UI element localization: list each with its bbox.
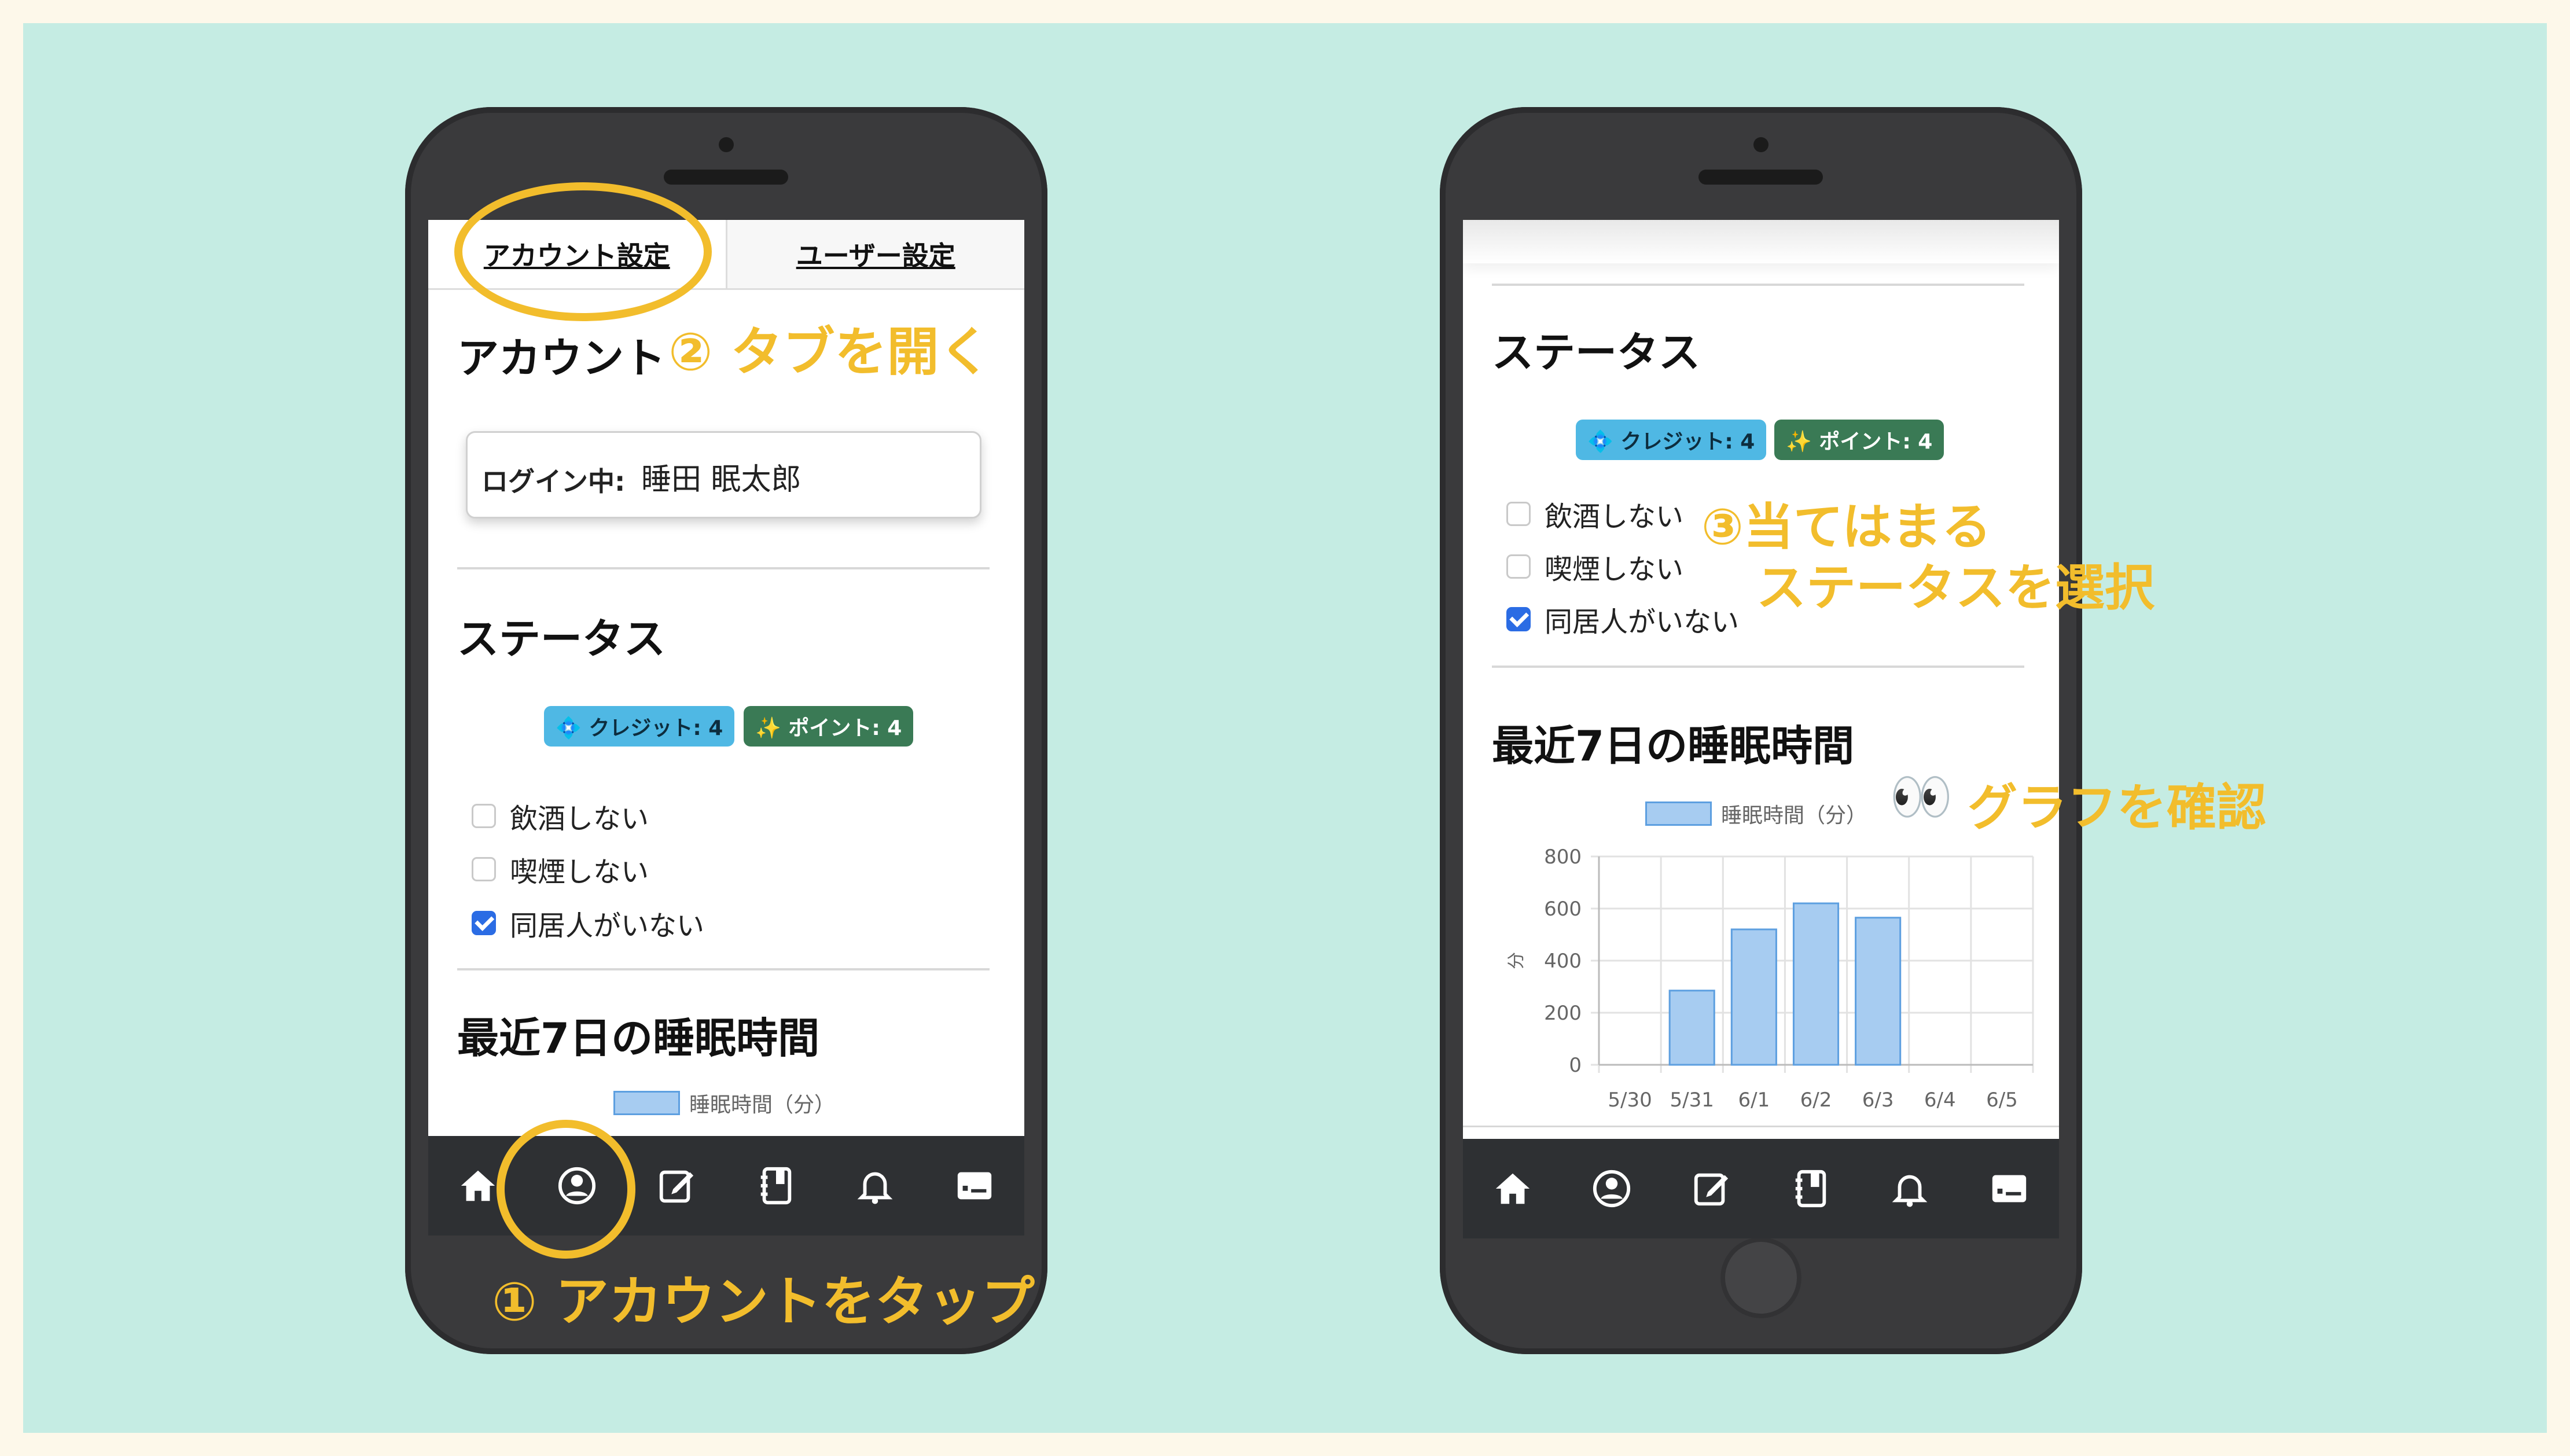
right-phone: ステータス 💠 クレジット: 4 ✨ ポイント: 4 飲酒しない 喫煙しない 同… (1440, 107, 2082, 1354)
chart-legend: 睡眠時間（分） (1645, 799, 1867, 829)
x-tick-label: 6/4 (1924, 1089, 1956, 1112)
dashboard-icon[interactable] (951, 1163, 998, 1209)
x-tick-label: 6/3 (1862, 1089, 1894, 1112)
account-icon[interactable] (1589, 1165, 1635, 1212)
credit-badge: 💠 クレジット: 4 (544, 706, 735, 747)
legend-swatch (613, 1091, 680, 1115)
checkbox-row-no-smoking[interactable]: 喫煙しない (472, 852, 649, 888)
status-heading: ステータス (457, 615, 666, 663)
checkbox-row-no-smoking[interactable]: 喫煙しない (1506, 549, 1684, 586)
sleep-bar-chart: 0 200 400 600 800 5/30 5/31 6/1 6/2 6/3 6/4 6/5 分 (1506, 845, 2034, 1112)
y-axis-label: 分 (1506, 952, 1527, 969)
right-phone-screen: ステータス 💠 クレジット: 4 ✨ ポイント: 4 飲酒しない 喫煙しない 同… (1463, 220, 2059, 1238)
highlight-ring-account (497, 1120, 635, 1259)
login-label: ログイン中: (481, 466, 626, 497)
point-badge: ✨ ポイント: 4 (744, 706, 914, 747)
notebook-icon[interactable] (753, 1163, 799, 1209)
x-tick-label: 6/2 (1800, 1089, 1832, 1112)
account-heading: アカウント (457, 334, 666, 383)
dashboard-icon[interactable] (1986, 1165, 2032, 1212)
edit-icon[interactable] (653, 1163, 700, 1209)
checkbox-row-no-roommate[interactable]: 同居人がいない (472, 906, 705, 942)
front-camera (719, 137, 734, 152)
chart-bar (1730, 928, 1777, 1066)
section-divider (1463, 1126, 2059, 1127)
legend-label: 睡眠時間（分） (689, 1093, 836, 1117)
section-divider (1492, 284, 2024, 286)
checkbox-no-drinking[interactable] (472, 804, 496, 828)
checkbox-label: 同居人がいない (1545, 606, 1740, 638)
x-tick-label: 6/5 (1986, 1089, 2018, 1112)
login-user-name: 睡田 眠太郎 (641, 462, 801, 497)
login-info-box: ログイン中: 睡田 眠太郎 (466, 431, 981, 519)
checkbox-label: 飲酒しない (510, 803, 649, 835)
credit-badge: 💠 クレジット: 4 (1576, 420, 1767, 460)
step4-annotation: グラフを確認 (1968, 779, 2266, 837)
checkbox-row-no-drinking[interactable]: 飲酒しない (1506, 497, 1684, 533)
point-badge: ✨ ポイント: 4 (1774, 420, 1944, 460)
y-tick-label: 800 (1544, 845, 1582, 869)
legend-swatch (1645, 801, 1712, 826)
y-tick-label: 0 (1569, 1054, 1582, 1077)
edit-icon[interactable] (1688, 1165, 1734, 1212)
tab-user-settings[interactable]: ユーザー設定 (725, 220, 1024, 288)
chart-bar (1668, 990, 1715, 1066)
sleep-heading: 最近7日の睡眠時間 (1492, 722, 1855, 770)
bell-icon[interactable] (852, 1163, 898, 1209)
chart-legend: 睡眠時間（分） (613, 1088, 835, 1118)
y-tick-label: 200 (1544, 1002, 1582, 1025)
home-icon[interactable] (1490, 1165, 1536, 1212)
y-tick-label: 400 (1544, 950, 1582, 973)
notebook-icon[interactable] (1788, 1165, 1834, 1212)
checkbox-label: 同居人がいない (510, 910, 705, 942)
checkbox-no-roommate[interactable] (1506, 607, 1531, 631)
status-heading: ステータス (1492, 328, 1701, 377)
eyes-icon: 👀 (1889, 767, 1953, 826)
front-camera (1753, 137, 1769, 152)
checkbox-label: 喫煙しない (1545, 553, 1684, 586)
checkbox-row-no-roommate[interactable]: 同居人がいない (1506, 602, 1740, 638)
section-divider (1492, 666, 2024, 668)
checkbox-no-drinking[interactable] (1506, 502, 1531, 526)
bell-icon[interactable] (1887, 1165, 1933, 1212)
step1-annotation: ① アカウントをタップ (492, 1271, 1035, 1333)
y-tick-label: 600 (1544, 898, 1582, 921)
checkbox-label: 飲酒しない (1545, 501, 1684, 533)
chart-bar (1855, 917, 1902, 1066)
x-tick-label: 5/30 (1608, 1089, 1652, 1112)
bottom-nav-bar (1463, 1139, 2059, 1238)
section-divider (457, 567, 990, 569)
scroll-shadow (1463, 220, 2059, 263)
earpiece-speaker (664, 170, 788, 185)
legend-label: 睡眠時間（分） (1721, 804, 1867, 828)
checkbox-no-smoking[interactable] (1506, 554, 1531, 579)
step2-annotation: ② タブを開く (668, 322, 991, 383)
sleep-heading: 最近7日の睡眠時間 (457, 1014, 820, 1062)
home-button[interactable] (1720, 1237, 1801, 1318)
x-tick-label: 5/31 (1670, 1089, 1714, 1112)
step3-annotation-line2: ステータスを選択 (1756, 559, 2154, 617)
checkbox-no-roommate[interactable] (472, 911, 496, 935)
checkbox-no-smoking[interactable] (472, 857, 496, 881)
home-icon[interactable] (455, 1163, 501, 1209)
section-divider (457, 968, 990, 970)
earpiece-speaker (1698, 170, 1823, 185)
x-tick-label: 6/1 (1738, 1089, 1770, 1112)
highlight-ring-tab (454, 182, 712, 321)
chart-bar (1792, 902, 1840, 1066)
checkbox-label: 喫煙しない (510, 856, 649, 888)
checkbox-row-no-drinking[interactable]: 飲酒しない (472, 799, 649, 835)
background-canvas: アカウント設定 ユーザー設定 アカウント ログイン中: 睡田 眠太郎 ステータス… (23, 23, 2547, 1433)
